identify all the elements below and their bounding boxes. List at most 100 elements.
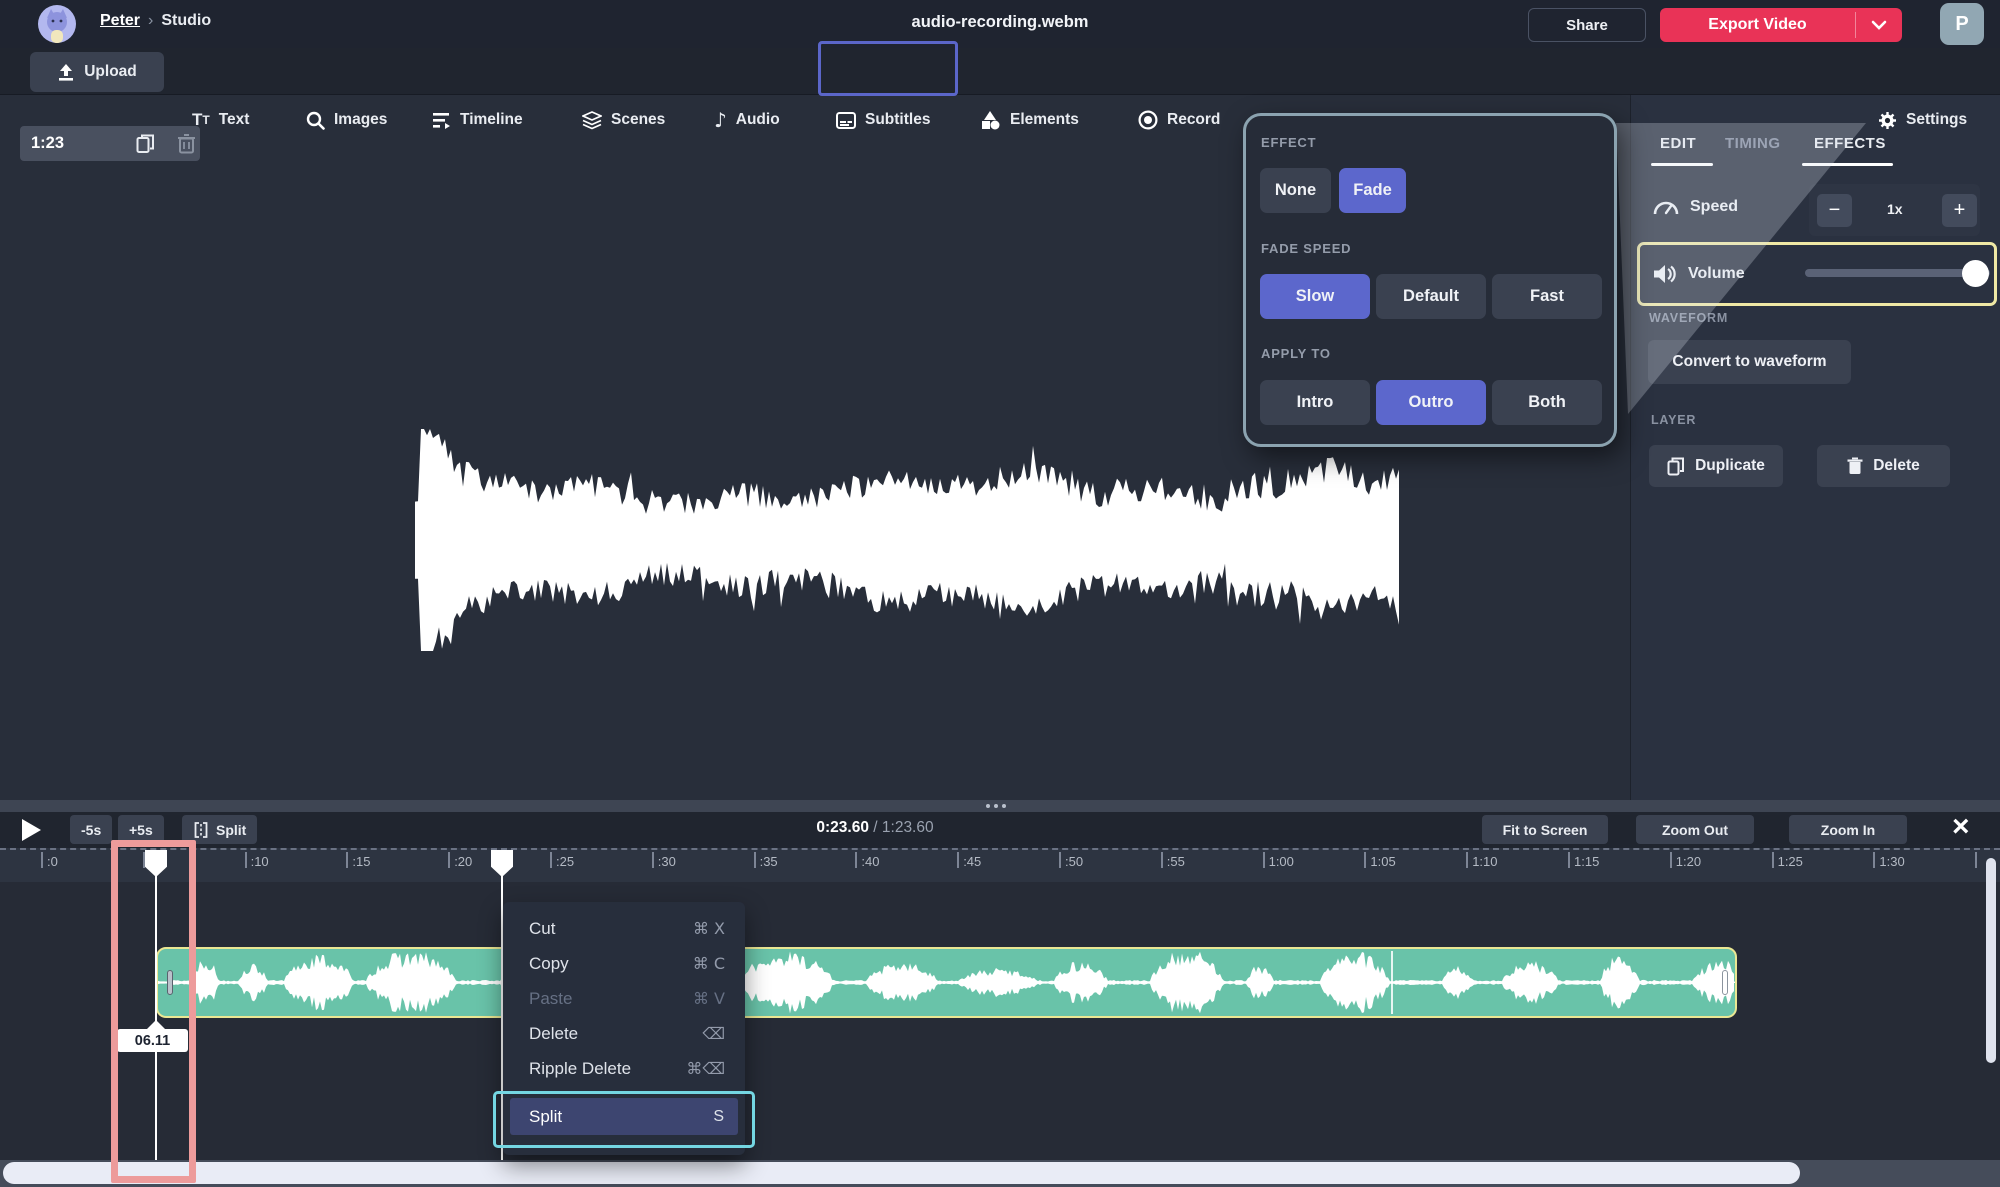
breadcrumb-user-link[interactable]: Peter [100, 12, 140, 30]
delete-layer-button[interactable] [177, 133, 196, 154]
upload-button[interactable]: Upload [30, 52, 164, 92]
context-menu-item-cut[interactable]: Cut⌘ X [503, 911, 745, 946]
export-video-button[interactable]: Export Video [1660, 8, 1902, 42]
ruler-tick-label: 1:05 [1370, 854, 1395, 869]
user-avatar[interactable] [38, 5, 76, 43]
ruler-tick [1873, 852, 1875, 868]
ruler-tick [143, 852, 145, 868]
context-menu-items: Cut⌘ XCopy⌘ CPaste⌘ VDelete⌫Ripple Delet… [503, 911, 745, 1086]
layer-duration: 1:23 [31, 134, 64, 153]
timeline-ruler[interactable]: :0:05:10:15:20:25:30:35:40:45:50:551:001… [0, 848, 2000, 882]
ruler-tick [1975, 852, 1977, 868]
playhead-marker-line [155, 875, 158, 1160]
play-button[interactable] [22, 819, 41, 841]
apply-both-button[interactable]: Both [1492, 380, 1602, 425]
delete-label: Delete [1873, 457, 1920, 475]
tab-timing[interactable]: TIMING [1725, 135, 1781, 152]
clip-trim-handle-right[interactable] [1722, 970, 1728, 995]
ruler-tick-label: :10 [251, 854, 269, 869]
split-menu-shortcut: S [713, 1108, 724, 1126]
effect-none-button[interactable]: None [1260, 168, 1331, 213]
toolbar-settings[interactable]: Settings [1878, 105, 1967, 135]
breadcrumb: Peter › Studio [100, 12, 211, 30]
menu-item-shortcut: ⌫ [702, 1024, 725, 1043]
back-5s-button[interactable]: -5s [70, 815, 112, 844]
close-timeline-button[interactable]: × [1952, 810, 1970, 844]
menu-item-label: Paste [529, 989, 572, 1009]
speed-decrease-button[interactable]: − [1817, 194, 1852, 227]
toolbar-text[interactable]: TT Text [192, 105, 249, 135]
context-menu-split[interactable]: Split S [510, 1098, 738, 1135]
export-options-button[interactable] [1856, 8, 1902, 42]
split-icon [193, 822, 209, 838]
chevron-down-icon [1871, 20, 1887, 30]
toolbar-subtitles[interactable]: Subtitles [836, 105, 930, 135]
menu-item-shortcut: ⌘ V [693, 989, 725, 1008]
clip-trim-handle-left[interactable] [167, 970, 173, 995]
speed-increase-button[interactable]: + [1942, 194, 1977, 227]
copy-layer-button[interactable] [136, 133, 157, 154]
apply-to-section-label: APPLY TO [1261, 346, 1331, 361]
fade-speed-slow-button[interactable]: Slow [1260, 274, 1370, 319]
context-menu-item-copy[interactable]: Copy⌘ C [503, 946, 745, 981]
volume-highlight-annotation [1637, 242, 1997, 306]
split-menu-label: Split [529, 1107, 562, 1127]
ruler-tick [1364, 852, 1366, 868]
zoom-in-button[interactable]: Zoom In [1789, 815, 1907, 844]
context-menu-item-delete[interactable]: Delete⌫ [503, 1016, 745, 1051]
ruler-tick [1568, 852, 1570, 868]
tab-effects[interactable]: EFFECTS [1814, 135, 1886, 152]
tab-edit[interactable]: EDIT [1660, 135, 1696, 152]
menu-item-label: Ripple Delete [529, 1059, 631, 1079]
waveform-section-label: WAVEFORM [1649, 311, 1728, 325]
toolbar-scenes[interactable]: Scenes [582, 105, 665, 135]
timeline-hscrollbar-track[interactable] [0, 1160, 2000, 1187]
context-menu-item-ripple-delete[interactable]: Ripple Delete⌘⌫ [503, 1051, 745, 1086]
audio-clip[interactable] [156, 947, 1737, 1018]
layer-duration-chip: 1:23 [20, 126, 200, 161]
clip-waveform [158, 949, 1735, 1016]
timeline-controls-bar: -5s +5s Split 0:23.60 / 1:23.60 Fit to S… [0, 812, 2000, 848]
fade-speed-default-button[interactable]: Default [1376, 274, 1486, 319]
ruler-tick [346, 852, 348, 868]
record-label: Record [1167, 111, 1220, 129]
toolbar-record[interactable]: Record [1138, 105, 1220, 135]
trash-icon [1847, 457, 1863, 475]
subtitles-label: Subtitles [865, 111, 930, 129]
toolbar-images[interactable]: Images [306, 105, 387, 135]
settings-label: Settings [1906, 111, 1967, 129]
effect-fade-button[interactable]: Fade [1339, 168, 1406, 213]
apply-intro-button[interactable]: Intro [1260, 380, 1370, 425]
delete-layer-sidebar-button[interactable]: Delete [1817, 445, 1950, 487]
ruler-tick-label: :35 [760, 854, 778, 869]
timeline-vscrollbar[interactable] [1986, 858, 1996, 1063]
forward-5s-button[interactable]: +5s [118, 815, 164, 844]
fit-to-screen-button[interactable]: Fit to Screen [1482, 815, 1608, 844]
apply-outro-button[interactable]: Outro [1376, 380, 1486, 425]
timeline-icon [432, 112, 451, 129]
ruler-tick [957, 852, 959, 868]
duplicate-layer-button[interactable]: Duplicate [1649, 445, 1783, 487]
timeline-track-area[interactable] [0, 882, 2000, 1160]
top-bar: Peter › Studio audio-recording.webm Shar… [0, 0, 2000, 48]
cat-avatar-icon [38, 5, 76, 43]
timeline-resize-handle[interactable] [0, 800, 2000, 812]
toolbar-timeline[interactable]: Timeline [432, 105, 523, 135]
timeline-hscrollbar-thumb[interactable] [3, 1162, 1800, 1184]
ruler-tick [1670, 852, 1672, 868]
fade-speed-fast-button[interactable]: Fast [1492, 274, 1602, 319]
toolbar-elements[interactable]: Elements [980, 105, 1079, 135]
profile-avatar[interactable]: P [1940, 3, 1984, 45]
scenes-layers-icon [582, 111, 602, 130]
convert-to-waveform-button[interactable]: Convert to waveform [1648, 340, 1851, 384]
trash-icon [177, 133, 196, 154]
ruler-tick [1263, 852, 1265, 868]
share-button[interactable]: Share [1528, 8, 1646, 42]
split-button[interactable]: Split [182, 815, 257, 844]
menu-item-shortcut: ⌘ C [693, 954, 725, 973]
ruler-tick [550, 852, 552, 868]
export-video-label: Export Video [1660, 8, 1855, 42]
toolbar-audio[interactable]: ♪ Audio [714, 105, 780, 135]
zoom-out-button[interactable]: Zoom Out [1636, 815, 1754, 844]
context-menu: Cut⌘ XCopy⌘ CPaste⌘ VDelete⌫Ripple Delet… [503, 902, 745, 1155]
